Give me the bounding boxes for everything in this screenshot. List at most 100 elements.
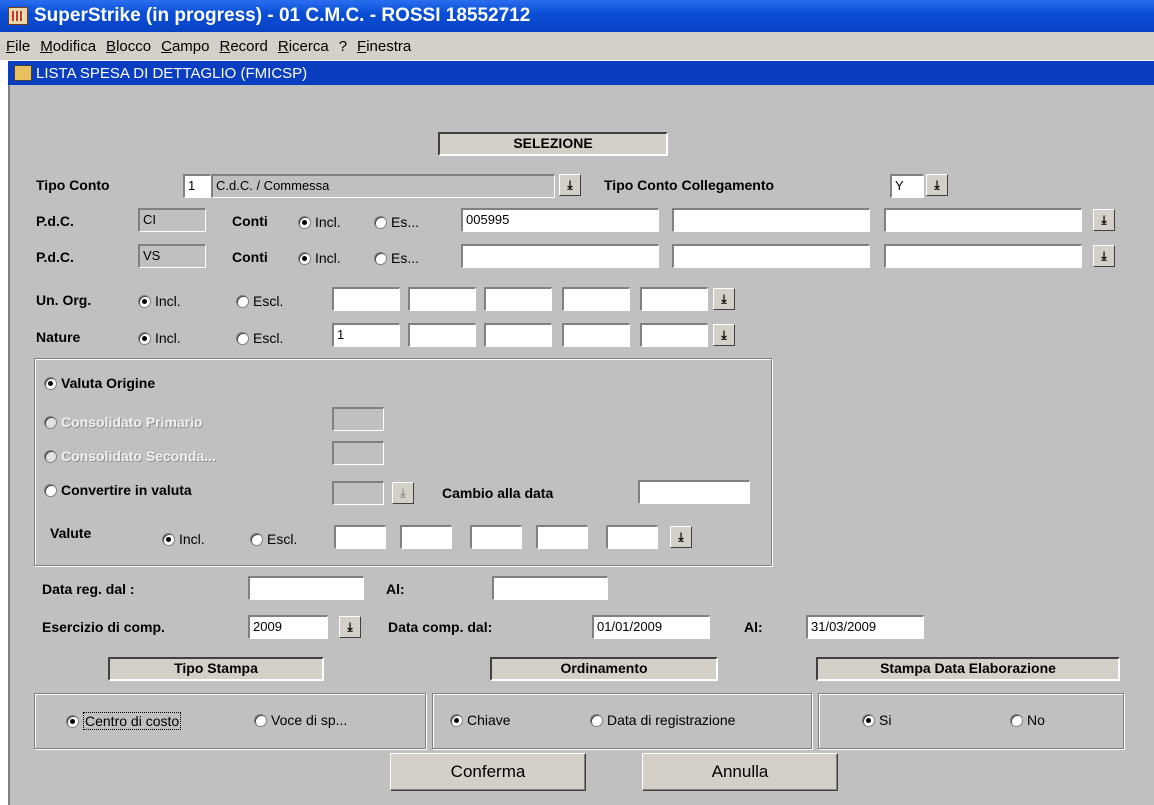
convertire-radio[interactable]: Convertire in valuta bbox=[44, 482, 192, 498]
pdc2-conto1-field[interactable] bbox=[461, 244, 659, 268]
data-reg-label: Data reg. dal : bbox=[42, 581, 135, 597]
menu-bar: File Modifica Blocco Campo Record Ricerc… bbox=[0, 32, 1154, 60]
confirm-button[interactable]: Conferma bbox=[390, 753, 586, 791]
no-radio[interactable]: No bbox=[1010, 712, 1045, 728]
radio-dot bbox=[374, 251, 387, 265]
esercizio-field[interactable]: 2009 bbox=[248, 615, 328, 639]
unorg-field-2[interactable] bbox=[408, 287, 476, 311]
pdc2-incl-label: Incl. bbox=[315, 250, 341, 266]
radio-dot bbox=[450, 713, 463, 727]
valute-field-4[interactable] bbox=[536, 525, 588, 549]
valuta-origine-label: Valuta Origine bbox=[61, 375, 156, 391]
unorg-escl-radio[interactable]: Escl. bbox=[236, 293, 283, 309]
menu-file[interactable]: File bbox=[6, 38, 30, 55]
nature-field-4[interactable] bbox=[562, 323, 630, 347]
pdc1-incl-radio[interactable]: Incl. bbox=[298, 214, 341, 230]
cancel-button[interactable]: Annulla bbox=[642, 753, 838, 791]
data-comp-al-field[interactable]: 31/03/2009 bbox=[806, 615, 924, 639]
radio-dot bbox=[44, 449, 57, 463]
tipo-conto-coll-field[interactable]: Y bbox=[890, 174, 924, 198]
valute-escl-radio[interactable]: Escl. bbox=[250, 531, 297, 547]
cons-secondario-radio[interactable]: Consolidato Seconda... bbox=[44, 448, 216, 464]
valute-label: Valute bbox=[50, 525, 92, 541]
convertire-lov-button[interactable]: ⤓ bbox=[392, 482, 414, 504]
data-registrazione-label: Data di registrazione bbox=[607, 712, 736, 728]
nature-incl-radio[interactable]: Incl. bbox=[138, 330, 181, 346]
centro-costo-radio[interactable]: Centro di costo bbox=[66, 712, 182, 730]
menu-help[interactable]: ? bbox=[339, 38, 347, 55]
nature-lov-button[interactable]: ⤓ bbox=[713, 324, 735, 346]
pdc1-lov-button[interactable]: ⤓ bbox=[1093, 209, 1115, 231]
nature-field-2[interactable] bbox=[408, 323, 476, 347]
valute-lov-button[interactable]: ⤓ bbox=[670, 526, 692, 548]
pdc1-label: P.d.C. bbox=[36, 213, 74, 229]
valute-escl-label: Escl. bbox=[267, 531, 298, 547]
pdc1-conto3-field[interactable] bbox=[884, 208, 1082, 232]
pdc1-conti-label: Conti bbox=[232, 213, 268, 229]
data-registrazione-radio[interactable]: Data di registrazione bbox=[590, 712, 735, 728]
stampa-data-header: Stampa Data Elaborazione bbox=[816, 657, 1120, 681]
cons-primario-radio[interactable]: Consolidato Primario bbox=[44, 414, 203, 430]
menu-ricerca[interactable]: Ricerca bbox=[278, 38, 329, 55]
tipo-conto-code-field[interactable]: 1 bbox=[183, 174, 211, 198]
data-reg-al-label: Al: bbox=[386, 581, 405, 597]
pdc2-conto3-field[interactable] bbox=[884, 244, 1082, 268]
tipo-conto-desc-field: C.d.C. / Commessa bbox=[211, 174, 555, 198]
data-reg-dal-field[interactable] bbox=[248, 576, 364, 600]
chiave-radio[interactable]: Chiave bbox=[450, 712, 511, 728]
valute-field-2[interactable] bbox=[400, 525, 452, 549]
unorg-escl-label: Escl. bbox=[253, 293, 284, 309]
data-comp-al-label: Al: bbox=[744, 619, 763, 635]
radio-dot bbox=[250, 532, 263, 546]
nature-escl-radio[interactable]: Escl. bbox=[236, 330, 283, 346]
data-comp-dal-field[interactable]: 01/01/2009 bbox=[592, 615, 710, 639]
unorg-field-3[interactable] bbox=[484, 287, 552, 311]
data-reg-al-field[interactable] bbox=[492, 576, 608, 600]
valuta-origine-radio[interactable]: Valuta Origine bbox=[44, 375, 155, 391]
form-title: LISTA SPESA DI DETTAGLIO (FMICSP) bbox=[36, 64, 308, 82]
window-titlebar: SuperStrike (in progress) - 01 C.M.C. - … bbox=[0, 0, 1154, 32]
menu-modifica[interactable]: Modifica bbox=[40, 38, 96, 55]
unorg-incl-radio[interactable]: Incl. bbox=[138, 293, 181, 309]
unorg-lov-button[interactable]: ⤓ bbox=[713, 288, 735, 310]
si-label: Si bbox=[879, 712, 892, 728]
nature-field-3[interactable] bbox=[484, 323, 552, 347]
pdc1-conto2-field[interactable] bbox=[672, 208, 870, 232]
menu-finestra[interactable]: Finestra bbox=[357, 38, 411, 55]
pdc2-lov-button[interactable]: ⤓ bbox=[1093, 245, 1115, 267]
valute-field-3[interactable] bbox=[470, 525, 522, 549]
convertire-field bbox=[332, 481, 384, 505]
menu-campo[interactable]: Campo bbox=[161, 38, 209, 55]
chiave-label: Chiave bbox=[467, 712, 511, 728]
unorg-field-1[interactable] bbox=[332, 287, 400, 311]
esercizio-lov-button[interactable]: ⤓ bbox=[339, 616, 361, 638]
nature-field-5[interactable] bbox=[640, 323, 708, 347]
pdc2-incl-radio[interactable]: Incl. bbox=[298, 250, 341, 266]
si-radio[interactable]: Si bbox=[862, 712, 891, 728]
cambio-field[interactable] bbox=[638, 480, 750, 504]
pdc2-escl-radio[interactable]: Es... bbox=[374, 250, 419, 266]
pdc1-escl-radio[interactable]: Es... bbox=[374, 214, 419, 230]
cons-primario-field bbox=[332, 407, 384, 431]
tipo-stampa-header: Tipo Stampa bbox=[108, 657, 324, 681]
unorg-field-5[interactable] bbox=[640, 287, 708, 311]
radio-dot bbox=[254, 713, 267, 727]
voce-spesa-radio[interactable]: Voce di sp... bbox=[254, 712, 347, 728]
menu-record[interactable]: Record bbox=[219, 38, 267, 55]
cons-secondario-label: Consolidato Seconda... bbox=[61, 448, 216, 464]
tipo-conto-lov-button[interactable]: ⤓ bbox=[559, 174, 581, 196]
valute-incl-radio[interactable]: Incl. bbox=[162, 531, 205, 547]
valute-field-1[interactable] bbox=[334, 525, 386, 549]
menu-blocco[interactable]: Blocco bbox=[106, 38, 151, 55]
radio-dot bbox=[374, 215, 387, 229]
radio-dot bbox=[44, 415, 57, 429]
tipo-conto-coll-label: Tipo Conto Collegamento bbox=[604, 177, 775, 193]
nature-field-1[interactable]: 1 bbox=[332, 323, 400, 347]
pdc1-incl-label: Incl. bbox=[315, 214, 341, 230]
esercizio-label: Esercizio di comp. bbox=[42, 619, 165, 635]
pdc1-conto1-field[interactable]: 005995 bbox=[461, 208, 659, 232]
pdc2-conto2-field[interactable] bbox=[672, 244, 870, 268]
tipo-conto-coll-lov-button[interactable]: ⤓ bbox=[926, 174, 948, 196]
valute-field-5[interactable] bbox=[606, 525, 658, 549]
unorg-field-4[interactable] bbox=[562, 287, 630, 311]
